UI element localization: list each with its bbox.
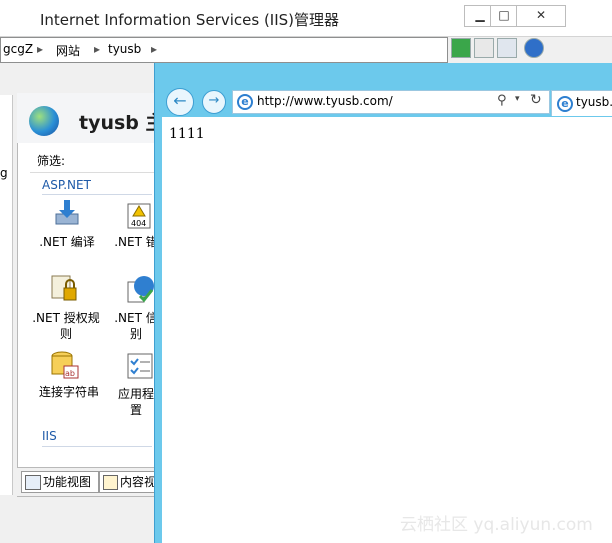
iis-window-title: Internet Information Services (IIS)管理器 [40, 11, 340, 29]
breadcrumb-item-sites[interactable]: 网站 [56, 42, 80, 59]
tab-favicon-icon: e [557, 96, 573, 112]
back-arrow-icon: ← [173, 91, 187, 110]
tab-label: 功能视图 [43, 475, 92, 489]
ie-logo-icon: e [237, 94, 253, 110]
filter-label: 筛选: [37, 154, 66, 168]
forward-arrow-icon: → [208, 93, 220, 108]
help-icon[interactable] [524, 38, 544, 58]
features-view-icon [25, 475, 41, 490]
tab-features-view[interactable]: 功能视图 [21, 471, 99, 493]
breadcrumb-item-site[interactable]: tyusb [108, 42, 141, 56]
back-button[interactable]: ← [166, 88, 194, 116]
error-404-icon: 404 [126, 202, 156, 232]
breadcrumb-separator: ▸ [37, 42, 44, 56]
feature-label: .NET 编译 [39, 235, 95, 249]
reload-icon[interactable]: ↻ [530, 92, 542, 108]
svg-text:404: 404 [131, 219, 146, 228]
content-view-icon [103, 475, 118, 490]
database-ab-icon: ab [50, 350, 80, 380]
forward-button[interactable]: → [202, 90, 226, 114]
feature-net-compilation[interactable]: .NET 编译 [36, 198, 98, 254]
site-home-title: tyusb 主 [79, 112, 165, 134]
stop-icon[interactable] [474, 38, 494, 58]
breadcrumb[interactable]: gcgZ ▸ 网站 ▸ tyusb ▸ [0, 37, 448, 63]
group-divider [42, 194, 152, 195]
refresh-icon[interactable] [451, 38, 471, 58]
close-button[interactable]: ✕ [516, 5, 566, 27]
breadcrumb-separator: ▸ [94, 42, 101, 56]
checklist-icon [126, 352, 156, 382]
tab-content-view[interactable]: 内容视 [99, 471, 158, 493]
page-body-text: 1111 [169, 126, 205, 142]
feature-net-authorization-rules[interactable]: .NET 授权规 则 [30, 272, 102, 344]
feature-label: .NET 授权规 则 [32, 311, 100, 341]
download-arrow-icon [52, 198, 82, 228]
connections-pane [0, 95, 13, 495]
connections-tree-item[interactable]: g [0, 166, 8, 180]
group-header-aspnet: ASP.NET [42, 178, 91, 192]
home-icon[interactable] [497, 38, 517, 58]
search-icon[interactable]: ⚲ [497, 93, 507, 108]
svg-text:ab: ab [65, 369, 75, 378]
filter-divider [30, 172, 157, 173]
watermark: 云栖社区 yq.aliyun.com [400, 515, 593, 535]
group-divider [42, 446, 152, 447]
ie-page-content [162, 117, 612, 543]
feature-connection-strings[interactable]: ab 连接字符串 [34, 350, 104, 406]
maximize-button[interactable]: □ [490, 5, 518, 27]
globe-check-icon [126, 274, 156, 304]
feature-label: 连接字符串 [38, 385, 99, 399]
breadcrumb-separator: ▸ [151, 42, 158, 56]
url-input[interactable]: http://www.tyusb.com/ [257, 94, 393, 108]
tab-label: 内容视 [120, 475, 157, 489]
group-header-iis: IIS [42, 429, 57, 443]
lock-document-icon [50, 274, 80, 304]
breadcrumb-item-server[interactable]: gcgZ [3, 42, 33, 56]
ie-tab-label: tyusb. [576, 95, 612, 109]
chevron-down-icon[interactable]: ▾ [515, 94, 520, 104]
globe-icon [29, 106, 59, 136]
